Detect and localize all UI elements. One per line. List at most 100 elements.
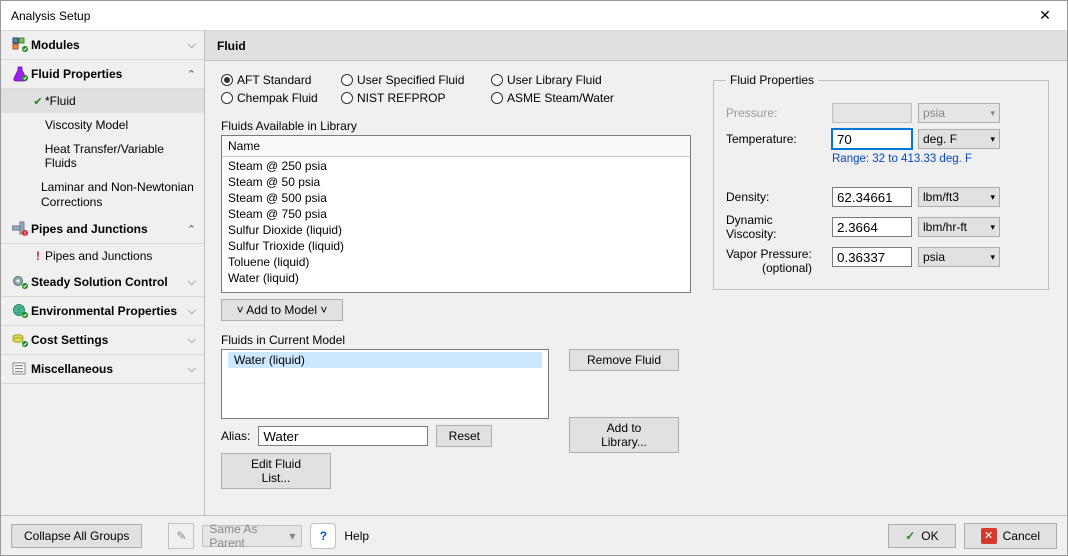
caret-icon: ▾ xyxy=(990,222,995,233)
sidebar-label: Cost Settings xyxy=(31,333,188,347)
alias-input[interactable] xyxy=(258,426,428,446)
caret-icon: ▾ xyxy=(289,529,295,543)
caret-icon: ▾ xyxy=(990,134,995,145)
vapor-input[interactable] xyxy=(832,247,912,267)
globe-icon xyxy=(9,303,31,319)
pressure-label: Pressure: xyxy=(726,106,826,120)
chevron-down-icon: ⌵ xyxy=(188,334,196,347)
caret-icon: ▾ xyxy=(990,108,995,119)
sidebar-label: Environmental Properties xyxy=(31,304,188,318)
sidebar-label: Pipes and Junctions xyxy=(31,222,187,236)
bottom-bar: Collapse All Groups ✎ Same As Parent▾ ? … xyxy=(1,515,1067,555)
cancel-icon: ✕ xyxy=(981,528,997,544)
density-unit-combo[interactable]: lbm/ft3▾ xyxy=(918,187,1000,207)
sidebar-item-label: *Fluid xyxy=(45,94,76,108)
radio-chempak[interactable]: Chempak Fluid xyxy=(221,91,335,105)
list-item[interactable]: Sulfur Dioxide (liquid) xyxy=(222,222,690,238)
cancel-button[interactable]: ✕ Cancel xyxy=(964,523,1057,549)
help-icon[interactable]: ? xyxy=(310,523,336,549)
list-item[interactable]: Sulfur Trioxide (liquid) xyxy=(222,238,690,254)
list-item[interactable]: Steam @ 750 psia xyxy=(222,206,690,222)
window-title: Analysis Setup xyxy=(11,9,1025,23)
temperature-range-note: Range: 32 to 413.33 deg. F xyxy=(832,153,1036,165)
current-model-label: Fluids in Current Model xyxy=(221,333,691,347)
collapse-all-button[interactable]: Collapse All Groups xyxy=(11,524,142,548)
list-item[interactable]: Steam @ 50 psia xyxy=(222,174,690,190)
caret-icon: ▾ xyxy=(990,192,995,203)
check-icon: ✔ xyxy=(31,95,45,108)
current-model-listbox[interactable]: Water (liquid) xyxy=(221,349,549,419)
sidebar-item-pipes-junctions[interactable]: ! Pipes and Junctions xyxy=(1,244,204,268)
list-item[interactable]: Steam @ 250 psia xyxy=(222,158,690,174)
remove-fluid-button[interactable]: Remove Fluid xyxy=(569,349,679,371)
add-to-library-button[interactable]: Add to Library... xyxy=(569,417,679,453)
window-close-button[interactable]: ✕ xyxy=(1025,2,1065,30)
sidebar-group-pipes[interactable]: ! Pipes and Junctions ⌃ xyxy=(1,215,204,244)
edit-fluid-list-button[interactable]: Edit Fluid List... xyxy=(221,453,331,489)
library-listbox[interactable]: Name Steam @ 250 psia Steam @ 50 psia St… xyxy=(221,135,691,293)
pressure-unit-combo: psia▾ xyxy=(918,103,1000,123)
notes-button[interactable]: ✎ xyxy=(168,523,194,549)
viscosity-input[interactable] xyxy=(832,217,912,237)
pipes-icon: ! xyxy=(9,221,31,237)
library-label: Fluids Available in Library xyxy=(221,119,691,133)
sidebar-item-fluid[interactable]: ✔ *Fluid xyxy=(1,89,204,113)
modules-icon xyxy=(9,37,31,53)
viscosity-label: Dynamic Viscosity: xyxy=(726,213,826,241)
sidebar-group-env[interactable]: Environmental Properties ⌵ xyxy=(1,297,204,326)
pressure-input xyxy=(832,103,912,123)
list-item[interactable]: Water (liquid) xyxy=(228,352,542,368)
radio-user-specified[interactable]: User Specified Fluid xyxy=(341,73,485,87)
radio-asme[interactable]: ASME Steam/Water xyxy=(491,91,614,105)
check-icon: ✓ xyxy=(905,529,915,543)
vapor-unit-combo[interactable]: psia▾ xyxy=(918,247,1000,267)
flask-icon xyxy=(9,66,31,82)
money-icon xyxy=(9,332,31,348)
list-header-name[interactable]: Name xyxy=(222,136,690,157)
sidebar-group-fluid-properties[interactable]: Fluid Properties ⌃ xyxy=(1,60,204,89)
radio-user-library[interactable]: User Library Fluid xyxy=(491,73,602,87)
chevron-up-icon: ⌃ xyxy=(187,223,196,236)
sidebar-label: Steady Solution Control xyxy=(31,275,188,289)
sidebar: Modules ⌵ Fluid Properties ⌃ ✔ *Fluid Vi… xyxy=(1,31,205,515)
sidebar-group-cost[interactable]: Cost Settings ⌵ xyxy=(1,326,204,355)
density-input[interactable] xyxy=(832,187,912,207)
chevron-down-icon: ⌵ xyxy=(188,363,196,376)
sidebar-item-label: Viscosity Model xyxy=(45,118,128,132)
ok-button[interactable]: ✓ OK xyxy=(888,524,955,548)
sidebar-group-steady[interactable]: Steady Solution Control ⌵ xyxy=(1,268,204,297)
help-label[interactable]: Help xyxy=(344,529,369,543)
fluid-properties-group: Fluid Properties Pressure: psia▾ Tempera… xyxy=(713,73,1049,290)
main-panel: Fluid AFT Standard User Specified Fluid … xyxy=(205,31,1067,515)
list-item[interactable]: Steam @ 500 psia xyxy=(222,190,690,206)
density-label: Density: xyxy=(726,190,826,204)
fluid-source-radios: AFT Standard User Specified Fluid User L… xyxy=(221,73,691,105)
sidebar-group-misc[interactable]: Miscellaneous ⌵ xyxy=(1,355,204,384)
sidebar-item-laminar[interactable]: Laminar and Non-Newtonian Corrections xyxy=(1,175,204,215)
sidebar-label: Miscellaneous xyxy=(31,362,188,376)
radio-nist[interactable]: NIST REFPROP xyxy=(341,91,485,105)
temperature-unit-combo[interactable]: deg. F▾ xyxy=(918,129,1000,149)
sidebar-group-modules[interactable]: Modules ⌵ xyxy=(1,31,204,60)
sidebar-item-viscosity[interactable]: Viscosity Model xyxy=(1,113,204,137)
titlebar: Analysis Setup ✕ xyxy=(1,1,1067,31)
temperature-input[interactable] xyxy=(832,129,912,149)
list-item[interactable]: Toluene (liquid) xyxy=(222,254,690,270)
pencil-icon: ✎ xyxy=(176,529,186,543)
chevron-up-icon: ⌃ xyxy=(187,68,196,81)
sidebar-item-heat-transfer[interactable]: Heat Transfer/Variable Fluids xyxy=(1,137,204,175)
sidebar-item-label: Pipes and Junctions xyxy=(45,249,152,263)
same-as-parent-combo: Same As Parent▾ xyxy=(202,525,302,547)
viscosity-unit-combo[interactable]: lbm/hr-ft▾ xyxy=(918,217,1000,237)
close-icon: ✕ xyxy=(1039,7,1051,24)
alias-label: Alias: xyxy=(221,429,250,443)
chevron-down-icon: ⌵ xyxy=(188,39,196,52)
panel-title: Fluid xyxy=(205,31,1067,61)
sidebar-item-label: Heat Transfer/Variable Fluids xyxy=(45,142,196,170)
reset-button[interactable]: Reset xyxy=(436,425,492,447)
radio-aft-standard[interactable]: AFT Standard xyxy=(221,73,335,87)
list-item[interactable]: Water (liquid) xyxy=(222,270,690,286)
add-to-model-button[interactable]: ˅ Add to Model ˅ xyxy=(221,299,343,321)
fluid-properties-legend: Fluid Properties xyxy=(726,73,818,87)
svg-text:!: ! xyxy=(24,232,26,238)
